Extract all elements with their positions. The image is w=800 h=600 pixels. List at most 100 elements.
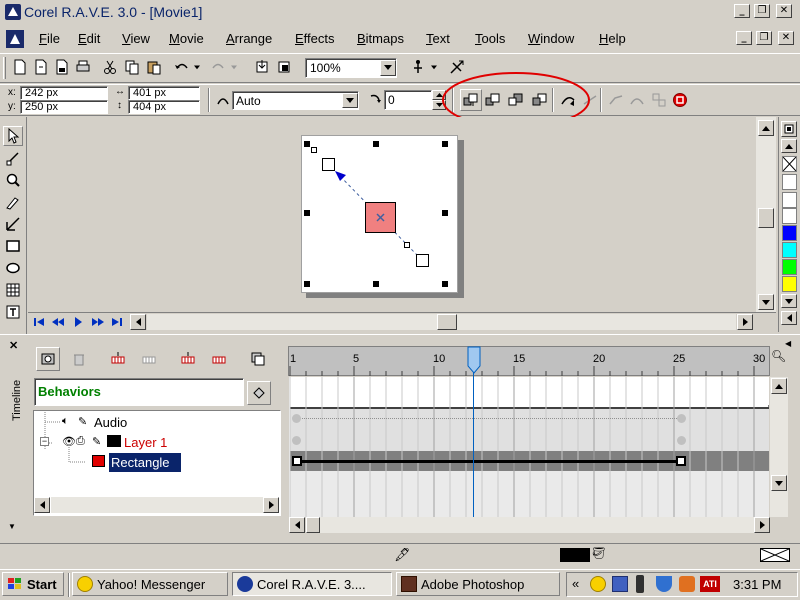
height-field[interactable]: 404 px — [128, 100, 200, 114]
timeline-scroll-right[interactable] — [754, 517, 770, 533]
swatch-yellow[interactable] — [782, 276, 797, 292]
behaviors-icon[interactable] — [247, 381, 271, 405]
doc-close-button[interactable]: ✕ — [778, 31, 794, 45]
task-yahoo-messenger[interactable]: Yahoo! Messenger — [72, 572, 228, 596]
first-frame-icon[interactable] — [30, 313, 48, 331]
layer-audio[interactable]: Audio — [94, 415, 127, 430]
menu-effects[interactable]: Effects — [295, 31, 335, 47]
shape-tool-icon[interactable] — [3, 148, 23, 168]
last-frame-icon[interactable] — [108, 313, 126, 331]
redo-icon[interactable] — [208, 57, 228, 77]
menu-window[interactable]: Window — [528, 31, 574, 47]
timeline-zoom-icon[interactable]: 🔍︎ — [771, 349, 786, 363]
snap-icon[interactable] — [408, 57, 428, 77]
snap-dropdown-icon[interactable] — [428, 57, 440, 77]
previous-frame-icon[interactable] — [49, 313, 67, 331]
doc-minimize-button[interactable]: _ — [736, 31, 752, 45]
task-adobe-photoshop[interactable]: Adobe Photoshop — [396, 572, 560, 596]
tray-network-icon[interactable] — [612, 576, 628, 592]
swatch-none[interactable] — [782, 156, 797, 172]
export-icon[interactable] — [274, 57, 294, 77]
convert-icon[interactable] — [649, 90, 669, 110]
path-end-node[interactable] — [416, 254, 429, 267]
layer1-color-swatch[interactable] — [107, 435, 121, 447]
restore-button[interactable]: ❐ — [754, 4, 770, 18]
layer1-print-icon[interactable]: ⎙ — [76, 435, 85, 448]
ellipse-tool-icon[interactable] — [3, 258, 23, 278]
tween-dropdown-button[interactable] — [342, 93, 358, 108]
timeline-vscroll[interactable] — [770, 377, 788, 517]
palette-scroll-down[interactable] — [781, 294, 797, 308]
graph-paper-tool-icon[interactable] — [3, 280, 23, 300]
undo-dropdown-icon[interactable] — [191, 57, 203, 77]
new-file-icon[interactable] — [10, 57, 30, 77]
start-button[interactable]: Start — [2, 572, 64, 596]
task-corel-rave[interactable]: Corel R.A.V.E. 3.... — [232, 572, 392, 596]
x-position-field[interactable]: 242 px — [20, 86, 108, 100]
object-rectangle[interactable]: Rectangle — [109, 453, 181, 472]
canvas-scroll-left[interactable] — [130, 314, 146, 330]
pick-tool-icon[interactable] — [3, 126, 23, 146]
join-path-icon[interactable] — [627, 90, 647, 110]
tree-scroll-left[interactable] — [34, 497, 50, 513]
zoom-dropdown-button[interactable] — [380, 60, 396, 76]
insert-keyframe-icon[interactable] — [176, 347, 200, 371]
canvas-scroll-down[interactable] — [758, 294, 774, 310]
app-icon[interactable] — [5, 4, 21, 20]
menu-tools[interactable]: Tools — [475, 31, 505, 47]
break-path-icon[interactable] — [606, 90, 626, 110]
audio-start-key[interactable] — [292, 414, 301, 423]
tray-expand-icon[interactable]: « — [572, 576, 579, 591]
tray-app-icon[interactable] — [679, 576, 695, 592]
menu-help[interactable]: Help — [599, 31, 626, 47]
tween-select[interactable]: Auto — [232, 91, 359, 110]
tray-yahoo-icon[interactable] — [590, 576, 606, 592]
layer1-start-key[interactable] — [292, 436, 301, 445]
tree-hscroll-track[interactable] — [51, 497, 263, 513]
palette-expand[interactable] — [781, 311, 797, 325]
rectangle-start-key[interactable] — [292, 456, 302, 466]
timeline-hscroll-thumb[interactable] — [306, 517, 320, 533]
tree-scroll-right[interactable] — [263, 497, 279, 513]
audio-speaker-icon[interactable]: 🔈︎ — [62, 415, 69, 428]
next-frame-icon[interactable] — [89, 313, 107, 331]
text-tool-icon[interactable] — [3, 302, 23, 322]
path-start-node[interactable] — [322, 158, 335, 171]
zoom-select[interactable]: 100% — [305, 58, 397, 78]
timeline-scroll-down[interactable] — [771, 475, 787, 491]
audio-end-key[interactable] — [677, 414, 686, 423]
menu-file[interactable]: File — [39, 31, 60, 47]
layer-1[interactable]: Layer 1 — [124, 435, 167, 450]
palette-scroll-up[interactable] — [781, 139, 797, 153]
open-file-icon[interactable] — [31, 57, 51, 77]
minimize-button[interactable]: _ — [734, 4, 750, 18]
playhead-icon[interactable] — [467, 346, 481, 374]
import-icon[interactable] — [252, 57, 272, 77]
status-fill-swatch[interactable] — [560, 548, 590, 562]
print-icon[interactable] — [73, 57, 93, 77]
timeline-scroll-left[interactable] — [289, 517, 305, 533]
rectangle-tool-icon[interactable] — [3, 236, 23, 256]
play-icon[interactable] — [69, 313, 87, 331]
swatch-white-2[interactable] — [782, 174, 797, 190]
menu-movie[interactable]: Movie — [169, 31, 204, 47]
zoom-tool-icon[interactable] — [3, 170, 23, 190]
onion-skin-icon[interactable] — [246, 347, 270, 371]
delete-motion-icon[interactable] — [670, 90, 690, 110]
remove-keyframe-icon[interactable] — [207, 347, 231, 371]
swatch-green[interactable] — [782, 259, 797, 275]
layer1-end-key[interactable] — [677, 436, 686, 445]
canvas-scroll-right[interactable] — [737, 314, 753, 330]
rectangle-span[interactable] — [297, 460, 681, 463]
cut-icon[interactable] — [100, 57, 120, 77]
menu-arrange[interactable]: Arrange — [226, 31, 272, 47]
audio-span[interactable] — [297, 418, 681, 419]
timeline-close-icon[interactable]: ✕ — [9, 339, 18, 352]
tray-shield-icon[interactable] — [656, 576, 672, 592]
insert-frames-icon[interactable] — [106, 347, 130, 371]
status-outline-swatch[interactable] — [760, 548, 790, 562]
swatch-white[interactable] — [782, 208, 797, 224]
rotation-field[interactable]: 0 — [384, 90, 432, 110]
tray-ati-icon[interactable]: ATI — [700, 576, 720, 592]
layer1-eye-icon[interactable]: 👁︎ — [62, 435, 76, 448]
